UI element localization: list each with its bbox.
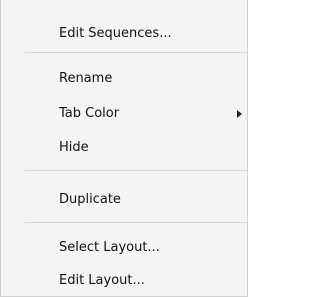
menu-item-label: Hide xyxy=(59,140,89,155)
menu-item-hide[interactable]: Hide xyxy=(1,135,247,161)
menu-separator xyxy=(25,170,247,171)
menu-item-duplicate[interactable]: Duplicate xyxy=(1,187,247,213)
menu-separator xyxy=(25,52,247,53)
chevron-right-icon xyxy=(237,110,242,118)
menu-item-edit-sequences[interactable]: Edit Sequences... xyxy=(1,21,247,47)
menu-item-label: Tab Color xyxy=(59,106,120,121)
menu-separator xyxy=(25,222,247,223)
context-menu: Edit Sequences... Rename Tab Color Hide … xyxy=(0,0,248,297)
menu-item-label: Edit Layout... xyxy=(59,273,145,288)
menu-item-edit-layout[interactable]: Edit Layout... xyxy=(1,268,247,294)
menu-item-label: Select Layout... xyxy=(59,240,160,255)
menu-item-tab-color[interactable]: Tab Color xyxy=(1,101,247,127)
menu-item-label: Edit Sequences... xyxy=(59,26,172,41)
menu-item-select-layout[interactable]: Select Layout... xyxy=(1,235,247,261)
menu-item-label: Duplicate xyxy=(59,192,121,207)
menu-item-label: Rename xyxy=(59,71,113,86)
menu-item-rename[interactable]: Rename xyxy=(1,66,247,92)
